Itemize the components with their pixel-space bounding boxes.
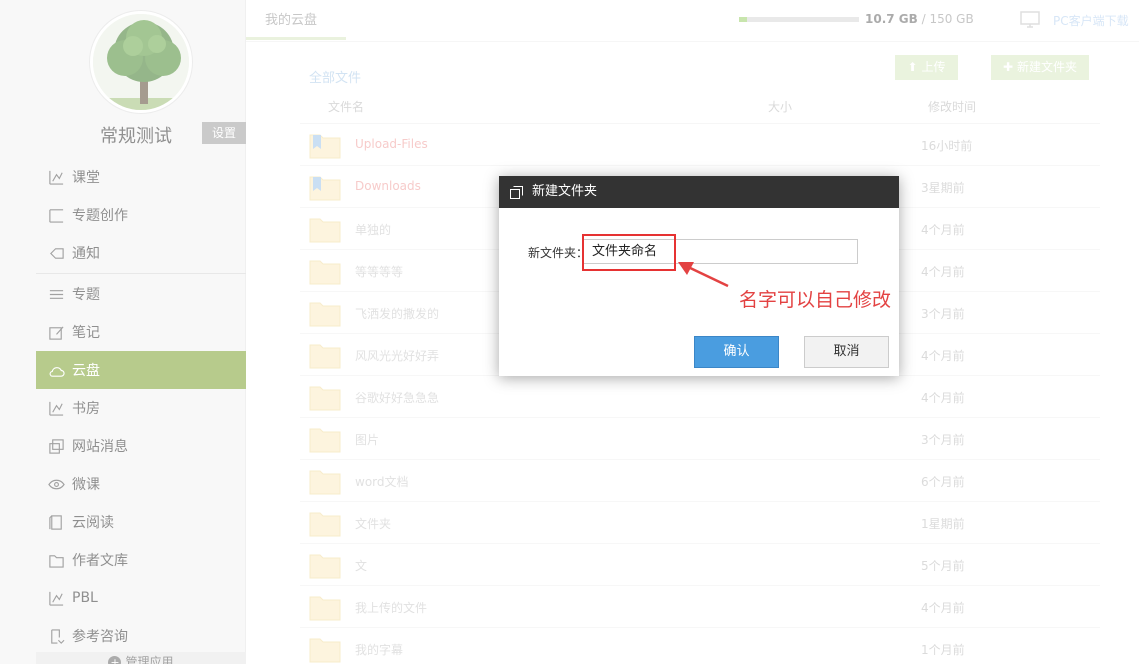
cancel-button[interactable]: 取消 [804,336,889,368]
confirm-button[interactable]: 确认 [694,336,779,368]
dialog-header: 新建文件夹 [499,176,899,208]
window-icon [510,186,523,199]
dialog-title: 新建文件夹 [532,184,598,199]
annotation-arrow [678,262,729,288]
annotation-text: 名字可以自己修改 [739,289,892,311]
folder-name-label: 新文件夹： [528,246,589,260]
